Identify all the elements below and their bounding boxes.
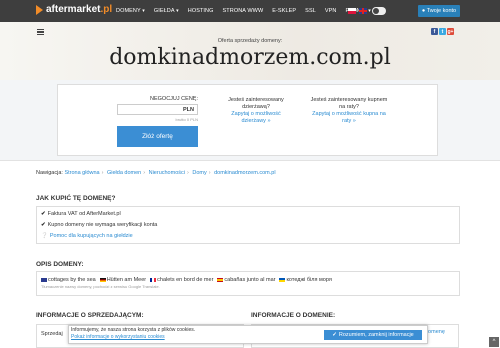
hero-subtitle: Oferta sprzedaży domeny: [217,38,283,44]
installments-link[interactable]: Zapytaj o możliwość kupna na raty » [308,111,390,125]
menu-vpn[interactable]: VPN [325,8,337,14]
domain-title: domkinadmorzem.com.pl [109,45,391,70]
breadcrumb-item[interactable]: Giełda domen [107,170,141,176]
top-navigation-bar: aftermarket.pl DOMENY GIEŁDA HOSTING STR… [0,0,500,22]
seller-info-title: INFORMACJE O SPRZEDAJĄCYM: [36,312,144,319]
english-flag-icon[interactable] [359,8,367,14]
account-button-label: Twoje konto [426,8,457,14]
price-label: NEGOCJUJ CENĘ: [150,96,198,102]
list-item-text: Faktura VAT od AfterMarket.pl [47,211,121,217]
translation-es: cabañas junto al mar [217,277,275,283]
breadcrumb-item[interactable]: Domy [192,170,206,176]
seller-info-text: Sprzedaj [41,331,63,337]
spanish-flag-icon [217,277,224,282]
lease-question: Jesteś zainteresowany dzierżawą? [228,97,284,110]
translations-line: cottages by the sea Hütten am Meer chale… [41,277,332,283]
translation-note: Tłumaczenie nazwy domeny, pochodzi z ser… [41,284,160,289]
logo-arrow-icon [36,4,43,15]
english-flag-icon [41,277,47,282]
breadcrumb-separator: › [208,170,211,176]
menu-hosting[interactable]: HOSTING [188,8,214,14]
translation-ua: котеджі біля моря [279,277,332,283]
lease-link[interactable]: Zapytaj o możliwość dzierżawy » [220,111,292,125]
logo-suffix: .pl [100,4,113,15]
translation-text: котеджі біля моря [286,277,332,283]
german-flag-icon [99,277,106,282]
polish-flag-icon[interactable] [348,8,356,14]
account-button[interactable]: ● Twoje konto [418,5,460,17]
cookie-accept-button[interactable]: Rozumiem, zamknij informacje [324,330,422,340]
buyer-help-link[interactable]: Pomoc dla kupujących na giełdzie [50,233,133,239]
domain-info-title: INFORMACJE O DOMENIE: [251,312,336,319]
menu-e-sklep[interactable]: E-SKLEP [272,8,296,14]
facebook-share-icon[interactable]: f [431,28,438,35]
gross-price-note: brutto 0 PLN [175,117,198,122]
scroll-to-top-button[interactable]: ^ [489,337,499,347]
logo-text: aftermarket [46,4,101,15]
hero-banner: f t g+ Oferta sprzedaży domeny: domkinad… [0,22,500,80]
installments-info: Jesteś zainteresowany kupnem na raty? Za… [308,97,390,125]
twitter-share-icon[interactable]: t [439,28,446,35]
aftermarket-logo[interactable]: aftermarket .pl [36,4,112,15]
breadcrumb-separator: › [101,170,104,176]
menu-domeny[interactable]: DOMENY [116,8,145,14]
cookie-info-link[interactable]: Pokaż informacje o wykorzystaniu cookies [71,334,165,340]
check-icon: ✔ [41,211,46,217]
translation-text: Hütten am Meer [106,277,147,283]
how-to-buy-title: JAK KUPIĆ TĘ DOMENĘ? [36,195,116,202]
currency-label: PLN [183,107,194,113]
submit-offer-button[interactable]: Złóż ofertę [117,126,198,147]
translation-text: cabañas junto al mar [224,277,276,283]
translation-text: cottages by the sea [48,277,96,283]
main-menu: DOMENY GIEŁDA HOSTING STRONA WWW E-SKLEP… [116,8,371,14]
google-plus-share-icon[interactable]: g+ [447,28,454,35]
list-item: ❔ Pomoc dla kupujących na giełdzie [41,233,133,239]
french-flag-icon [150,277,157,282]
translation-de: Hütten am Meer [99,277,147,283]
list-item: ✔ Kupno domeny nie wymaga weryfikacji kon… [41,222,157,228]
breadcrumb-separator: › [143,170,146,176]
cookie-text: Informujemy, że nasza strona korzysta z … [71,327,195,341]
lease-info: Jesteś zainteresowany dzierżawą? Zapytaj… [220,97,292,125]
translation-fr: chalets en bord de mer [150,277,213,283]
price-input[interactable]: PLN [117,104,198,115]
check-icon: ✔ [41,222,46,228]
breadcrumb-item[interactable]: Nieruchomości [149,170,185,176]
installments-question: Jesteś zainteresowany kupnem na raty? [310,97,388,110]
breadcrumb-item[interactable]: domkinadmorzem.com.pl [214,170,275,176]
translation-text: chalets en bord de mer [157,277,214,283]
ukrainian-flag-icon [279,277,286,282]
menu-strona-www[interactable]: STRONA WWW [223,8,264,14]
breadcrumb: Nawigacja: Strona główna › Giełda domen › … [36,170,276,176]
main-content [0,160,500,348]
breadcrumb-separator: › [186,170,189,176]
hamburger-menu-icon[interactable] [37,29,44,35]
list-item-text: Kupno domeny nie wymaga weryfikacji kont… [47,222,158,228]
translation-en: cottages by the sea [41,277,96,283]
menu-gielda[interactable]: GIEŁDA [154,8,179,14]
help-icon: ❔ [41,233,48,239]
breadcrumb-item[interactable]: Strona główna [64,170,99,176]
menu-ssl[interactable]: SSL [305,8,316,14]
list-item: ✔ Faktura VAT od AfterMarket.pl [41,211,121,217]
cookie-message: Informujemy, że nasza strona korzysta z … [71,327,196,333]
breadcrumb-label: Nawigacja: [36,170,63,176]
theme-toggle[interactable] [372,7,386,15]
domain-description-title: OPIS DOMENY: [36,261,84,268]
